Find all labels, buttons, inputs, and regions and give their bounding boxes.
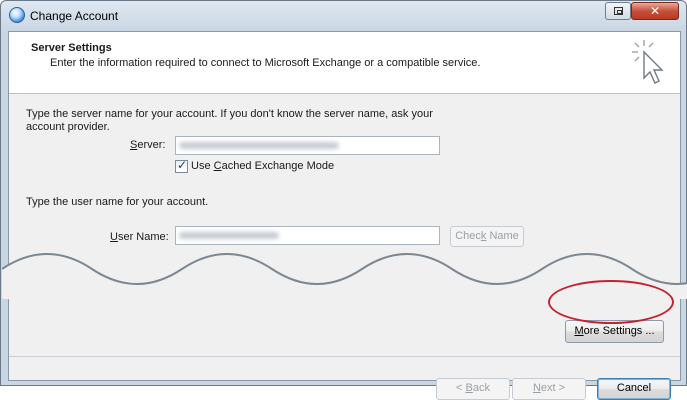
change-account-window: Change Account ✕ Server Settings Enter t… — [0, 0, 687, 400]
restore-button[interactable] — [605, 2, 631, 20]
server-input[interactable] — [175, 136, 440, 155]
outlook-globe-icon — [9, 7, 25, 23]
back-button[interactable]: < Back — [436, 378, 510, 400]
window-title: Change Account — [30, 9, 119, 23]
checkmark-icon: ✓ — [177, 158, 188, 172]
user-instructions: Type the user name for your account. — [26, 196, 209, 208]
next-button[interactable]: Next > — [512, 378, 586, 400]
title-bar[interactable]: Change Account ✕ — [1, 1, 686, 31]
server-value-redacted — [179, 142, 339, 149]
footer-separator — [9, 356, 680, 357]
header-description: Enter the information required to connec… — [50, 57, 481, 69]
dialog-header: Server Settings Enter the information re… — [9, 32, 680, 94]
close-icon: ✕ — [649, 4, 661, 18]
cached-mode-checkbox[interactable]: ✓ — [175, 158, 188, 173]
close-button[interactable]: ✕ — [631, 2, 679, 20]
header-title: Server Settings — [31, 42, 112, 54]
cancel-button[interactable]: Cancel — [597, 378, 671, 400]
user-name-value-redacted — [179, 232, 279, 239]
highlight-annotation — [548, 280, 674, 324]
dialog-body: Type the server name for your account. I… — [2, 94, 687, 400]
dialog-client-area: Server Settings Enter the information re… — [2, 31, 687, 400]
server-instructions: Type the server name for your account. I… — [26, 108, 433, 133]
restore-icon — [614, 7, 623, 15]
cursor-sparkle-icon — [632, 40, 664, 84]
cached-mode-label[interactable]: Use Cached Exchange Mode — [191, 160, 334, 172]
server-label: Server: — [130, 139, 166, 151]
